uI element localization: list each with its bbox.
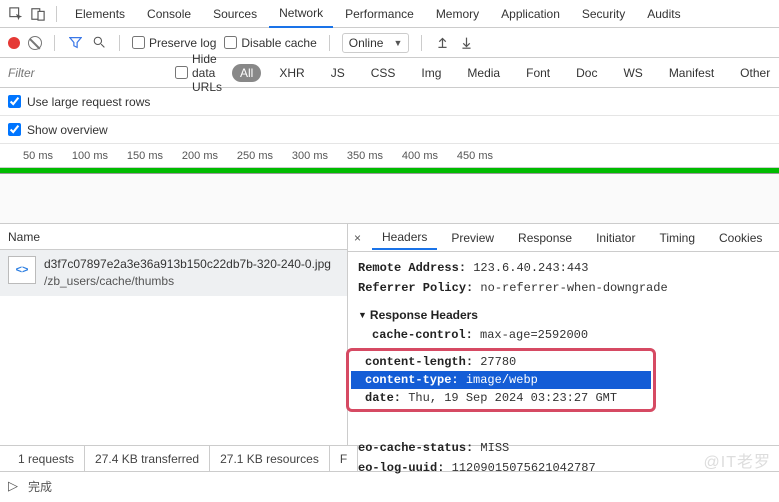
console-play-icon[interactable]: ▷: [8, 478, 18, 494]
filter-font[interactable]: Font: [518, 64, 558, 82]
filter-js[interactable]: JS: [323, 64, 353, 82]
filter-media[interactable]: Media: [459, 64, 508, 82]
annotation-highlight-box: content-length: 27780 content-type: imag…: [346, 348, 656, 412]
large-rows-label: Use large request rows: [27, 95, 150, 109]
record-button[interactable]: [8, 37, 20, 49]
response-headers-section[interactable]: ▼Response Headers: [358, 305, 769, 325]
divider: [54, 35, 55, 51]
detail-tab-response[interactable]: Response: [508, 227, 582, 249]
filter-toggle-icon[interactable]: [67, 36, 83, 49]
timeline-tick: 200 ms: [165, 150, 220, 162]
detail-tab-timing[interactable]: Timing: [649, 227, 705, 249]
disclosure-triangle-icon: ▼: [358, 308, 367, 323]
file-type-icon: <>: [8, 256, 36, 284]
filter-xhr[interactable]: XHR: [271, 64, 312, 82]
remote-address-key: Remote Address:: [358, 261, 466, 275]
tab-console[interactable]: Console: [137, 1, 201, 27]
divider: [421, 35, 422, 51]
filter-input[interactable]: [8, 66, 165, 80]
filter-other[interactable]: Other: [732, 64, 778, 82]
timeline-ruler[interactable]: 50 ms 100 ms 150 ms 200 ms 250 ms 300 ms…: [0, 144, 779, 168]
tab-application[interactable]: Application: [491, 1, 570, 27]
download-har-icon[interactable]: [458, 36, 474, 49]
request-path: /zb_users/cache/thumbs: [44, 273, 331, 290]
timeline-tick: 250 ms: [220, 150, 275, 162]
tab-memory[interactable]: Memory: [426, 1, 489, 27]
timeline-tick: 150 ms: [110, 150, 165, 162]
filter-img[interactable]: Img: [413, 64, 449, 82]
divider: [329, 35, 330, 51]
tab-performance[interactable]: Performance: [335, 1, 424, 27]
referrer-policy-key: Referrer Policy:: [358, 281, 473, 295]
disable-cache-checkbox[interactable]: Disable cache: [224, 36, 316, 50]
filter-all[interactable]: All: [232, 64, 261, 82]
preserve-log-checkbox[interactable]: Preserve log: [132, 36, 216, 50]
hide-data-urls-checkbox[interactable]: Hide data URLs: [175, 52, 222, 94]
cache-control-key: cache-control:: [372, 328, 473, 342]
request-row[interactable]: <> d3f7c07897e2a3e36a913b150c22db7b-320-…: [0, 250, 347, 296]
chevron-down-icon: ▼: [393, 38, 402, 48]
detail-tab-preview[interactable]: Preview: [441, 227, 504, 249]
timeline-tick: 100 ms: [55, 150, 110, 162]
detail-tab-initiator[interactable]: Initiator: [586, 227, 645, 249]
large-rows-checkbox[interactable]: [8, 95, 21, 108]
upload-har-icon[interactable]: [434, 36, 450, 49]
timeline-tick: 350 ms: [330, 150, 385, 162]
status-transferred: 27.4 KB transferred: [85, 446, 210, 471]
tab-sources[interactable]: Sources: [203, 1, 267, 27]
search-icon[interactable]: [91, 36, 107, 49]
device-toggle-icon[interactable]: [28, 4, 48, 24]
throttling-select[interactable]: Online ▼: [342, 33, 410, 53]
timeline-tick: 450 ms: [440, 150, 495, 162]
tab-security[interactable]: Security: [572, 1, 635, 27]
timeline-tick: 300 ms: [275, 150, 330, 162]
preserve-log-label: Preserve log: [149, 36, 216, 50]
status-resources: 27.1 KB resources: [210, 446, 330, 471]
timeline-tick: 50 ms: [0, 150, 55, 162]
inspect-element-icon[interactable]: [6, 4, 26, 24]
request-name: d3f7c07897e2a3e36a913b150c22db7b-320-240…: [44, 256, 331, 273]
header-date[interactable]: date: Thu, 19 Sep 2024 03:23:27 GMT: [351, 389, 651, 407]
filter-ws[interactable]: WS: [615, 64, 650, 82]
show-overview-checkbox[interactable]: [8, 123, 21, 136]
clear-button[interactable]: [28, 36, 42, 50]
referrer-policy-value: no-referrer-when-downgrade: [480, 281, 667, 295]
filter-doc[interactable]: Doc: [568, 64, 605, 82]
divider: [119, 35, 120, 51]
disable-cache-label: Disable cache: [241, 36, 316, 50]
header-content-length[interactable]: content-length: 27780: [351, 353, 651, 371]
timeline-tick: 400 ms: [385, 150, 440, 162]
tab-elements[interactable]: Elements: [65, 1, 135, 27]
tab-audits[interactable]: Audits: [637, 1, 690, 27]
header-content-type[interactable]: content-type: image/webp: [351, 371, 651, 389]
hide-data-urls-label: Hide data URLs: [192, 52, 222, 94]
status-extra: F: [330, 446, 358, 471]
column-header-name[interactable]: Name: [0, 224, 347, 250]
filter-manifest[interactable]: Manifest: [661, 64, 722, 82]
status-requests: 1 requests: [8, 446, 85, 471]
status-done-label: 完成: [28, 478, 52, 495]
filter-css[interactable]: CSS: [363, 64, 404, 82]
show-overview-label: Show overview: [27, 123, 108, 137]
throttling-value: Online: [349, 36, 384, 50]
tab-network[interactable]: Network: [269, 0, 333, 28]
detail-tab-headers[interactable]: Headers: [372, 226, 437, 250]
remote-address-value: 123.6.40.243:443: [473, 261, 588, 275]
header-eo-log-uuid[interactable]: eo-log-uuid: 11209015075621042787: [358, 458, 758, 474]
detail-tab-cookies[interactable]: Cookies: [709, 227, 772, 249]
header-eo-cache-status[interactable]: eo-cache-status: MISS: [358, 438, 758, 458]
close-details-icon[interactable]: ×: [354, 231, 368, 245]
cache-control-value: max-age=2592000: [480, 328, 588, 342]
timeline-canvas[interactable]: [0, 174, 779, 224]
divider: [56, 6, 57, 22]
